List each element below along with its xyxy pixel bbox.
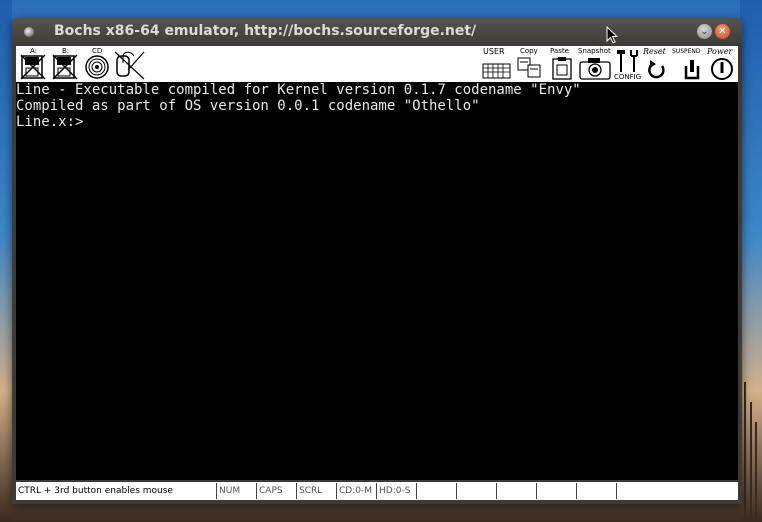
status-cell-12: [616, 483, 738, 499]
console-line-1: Line - Executable compiled for Kernel ve…: [16, 82, 581, 98]
paste-button[interactable]: Paste: [548, 48, 576, 80]
copy-button[interactable]: Copy: [516, 48, 544, 80]
power-label: Power: [707, 47, 733, 56]
status-message: CTRL + 3rd button enables mouse: [18, 486, 173, 496]
pier-silhouette: [740, 382, 760, 522]
close-button[interactable]: ✕: [715, 24, 730, 39]
status-bar: CTRL + 3rd button enables mouse NUM CAPS…: [16, 482, 738, 500]
window-title: Bochs x86-64 emulator, http://bochs.sour…: [54, 23, 477, 39]
cdrom-button[interactable]: CD: [82, 48, 112, 80]
suspend-button[interactable]: SUSPEND: [672, 48, 706, 80]
cdrom-icon: [85, 55, 109, 79]
bochs-window: Bochs x86-64 emulator, http://bochs.sour…: [12, 18, 742, 504]
status-cell-11: [576, 483, 616, 499]
mouse-icon: [114, 51, 145, 80]
floppy-a-icon: [20, 54, 46, 80]
config-label: CONFIG: [614, 73, 642, 81]
console-line-2: Compiled as part of OS version 0.0.1 cod…: [16, 98, 480, 114]
window-menu-icon[interactable]: [24, 27, 34, 37]
copy-label: Copy: [520, 47, 538, 55]
user-button[interactable]: USER: [482, 48, 512, 80]
mouse-cursor-icon: [606, 26, 619, 44]
reset-icon: [648, 60, 665, 79]
title-bar[interactable]: Bochs x86-64 emulator, http://bochs.sour…: [12, 18, 742, 46]
status-caps: CAPS: [256, 483, 296, 499]
snapshot-camera-icon: [579, 58, 611, 80]
status-cell-9: [496, 483, 536, 499]
status-cd: CD:0-M: [336, 483, 376, 499]
floppy-a-button[interactable]: A:: [18, 48, 48, 80]
reset-button[interactable]: Reset: [642, 48, 672, 80]
config-icon: [617, 50, 638, 72]
console-prompt: Line.x:>: [16, 114, 84, 130]
copy-icon: [517, 57, 541, 78]
paste-icon: [552, 57, 572, 80]
minimize-button[interactable]: ⌄: [697, 24, 712, 39]
power-button[interactable]: Power: [706, 48, 738, 80]
config-button[interactable]: CONFIG: [614, 48, 642, 81]
desktop-background-left: [0, 0, 12, 522]
desktop-background-right: [740, 0, 762, 522]
status-cell-8: [456, 483, 496, 499]
mouse-capture-button[interactable]: [114, 48, 146, 80]
user-keyboard-icon: [482, 63, 511, 79]
snapshot-button[interactable]: Snapshot: [578, 48, 612, 80]
power-icon: [711, 58, 733, 80]
status-cell-7: [416, 483, 456, 499]
paste-label: Paste: [550, 47, 569, 55]
snapshot-label: Snapshot: [578, 47, 611, 55]
floppy-b-icon: [52, 54, 78, 80]
suspend-label: SUSPEND: [672, 48, 701, 55]
floppy-b-button[interactable]: B:: [50, 48, 80, 80]
toolbar: A: B: CD USER Copy Paste Snapshot CONFIG…: [16, 46, 738, 82]
user-label: USER: [483, 47, 505, 56]
status-cell-10: [536, 483, 576, 499]
status-scrl: SCRL: [296, 483, 336, 499]
reset-label: Reset: [643, 47, 666, 56]
emulator-screen[interactable]: Line - Executable compiled for Kernel ve…: [16, 82, 738, 480]
status-num: NUM: [216, 483, 256, 499]
status-hd: HD:0-S: [376, 483, 416, 499]
suspend-icon: [684, 60, 700, 80]
